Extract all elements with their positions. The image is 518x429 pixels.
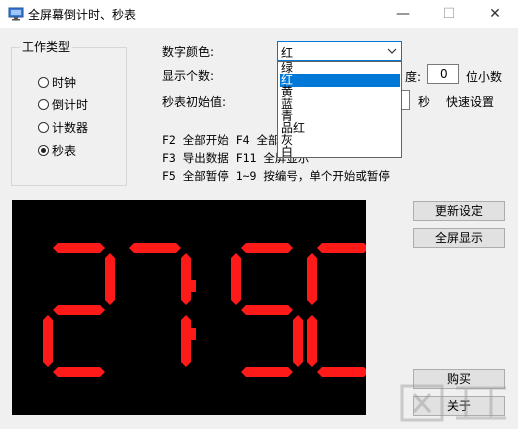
segment-c: [293, 315, 303, 367]
segment-c: [181, 315, 191, 367]
segment-a: [53, 243, 105, 253]
digit-color-select[interactable]: 红: [277, 41, 402, 61]
radio-stopwatch-indicator[interactable]: [38, 144, 49, 156]
minimize-icon: —: [396, 6, 410, 22]
watermark-logo: [396, 380, 514, 426]
digit-count-label: 显示个数:: [162, 69, 215, 83]
segment-d: [317, 367, 369, 377]
segment-d: [241, 367, 293, 377]
chevron-down-icon[interactable]: [387, 43, 397, 62]
radio-counter-label: 计数器: [52, 120, 89, 135]
digit-2: [129, 243, 191, 367]
colon-dot-1: [184, 280, 196, 292]
segment-e: [43, 315, 53, 367]
app-icon: [8, 7, 24, 21]
help-line-1: F2 全部开始 F4 全部: [162, 133, 280, 147]
precision-unit: 位小数: [466, 70, 503, 84]
close-button[interactable]: ✕: [472, 0, 518, 28]
radio-stopwatch-label: 秒表: [52, 143, 77, 158]
precision-label: 度:: [405, 70, 422, 84]
radio-stopwatch[interactable]: 秒表: [38, 142, 76, 158]
stopwatch-start-label: 秒表初始值:: [162, 95, 227, 109]
mode-group-box: [11, 47, 127, 186]
help-line-3: F5 全部暂停 1~9 按编号，单个开始或暂停: [162, 169, 390, 183]
update-settings-button[interactable]: 更新设定: [413, 201, 505, 221]
time-display: [12, 200, 379, 415]
colon-dot-2: [184, 328, 196, 340]
color-option-white[interactable]: 白: [280, 146, 400, 158]
mode-group-label: 工作类型: [20, 38, 73, 55]
radio-countdown[interactable]: 倒计时: [38, 96, 88, 112]
segment-a: [241, 243, 293, 253]
digit-color-label: 数字颜色:: [162, 45, 215, 59]
radio-clock-indicator[interactable]: [38, 76, 49, 88]
segment-f: [307, 253, 317, 305]
digit-color-dropdown: 绿 红 黄 蓝 青 品红 灰 白: [277, 61, 402, 158]
radio-counter[interactable]: 计数器: [38, 119, 88, 135]
precision-input[interactable]: 0: [427, 64, 459, 84]
digit-color-select-value: 红: [281, 46, 294, 60]
radio-counter-indicator[interactable]: [38, 121, 49, 133]
radio-clock-label: 时钟: [52, 75, 77, 90]
quick-settings-link[interactable]: 快速设置: [446, 93, 494, 110]
digit-1: [43, 243, 115, 377]
segment-a: [129, 243, 181, 253]
maximize-icon: ☐: [442, 6, 456, 22]
radio-countdown-indicator[interactable]: [38, 98, 49, 110]
close-icon: ✕: [489, 6, 501, 22]
stopwatch-start-unit: 秒: [418, 95, 431, 109]
fullscreen-button[interactable]: 全屏显示: [413, 228, 505, 248]
seven-segment-digits: [43, 243, 379, 377]
maximize-button[interactable]: ☐: [426, 0, 472, 28]
segment-d: [53, 367, 105, 377]
radio-countdown-label: 倒计时: [52, 97, 89, 112]
segment-f: [231, 253, 241, 305]
update-settings-label: 更新设定: [434, 204, 483, 218]
fullscreen-label: 全屏显示: [434, 231, 483, 245]
minimize-button[interactable]: —: [380, 0, 426, 28]
digit-4: [307, 243, 379, 377]
segment-b: [181, 253, 191, 305]
segment-g: [53, 305, 105, 315]
segment-e: [307, 315, 317, 367]
precision-value: 0: [440, 67, 448, 81]
digit-3: [231, 243, 303, 377]
segment-a: [317, 243, 369, 253]
segment-g: [241, 305, 293, 315]
radio-clock[interactable]: 时钟: [38, 74, 76, 90]
segment-b: [105, 253, 115, 305]
window-title: 全屏幕倒计时、秒表: [28, 8, 137, 22]
